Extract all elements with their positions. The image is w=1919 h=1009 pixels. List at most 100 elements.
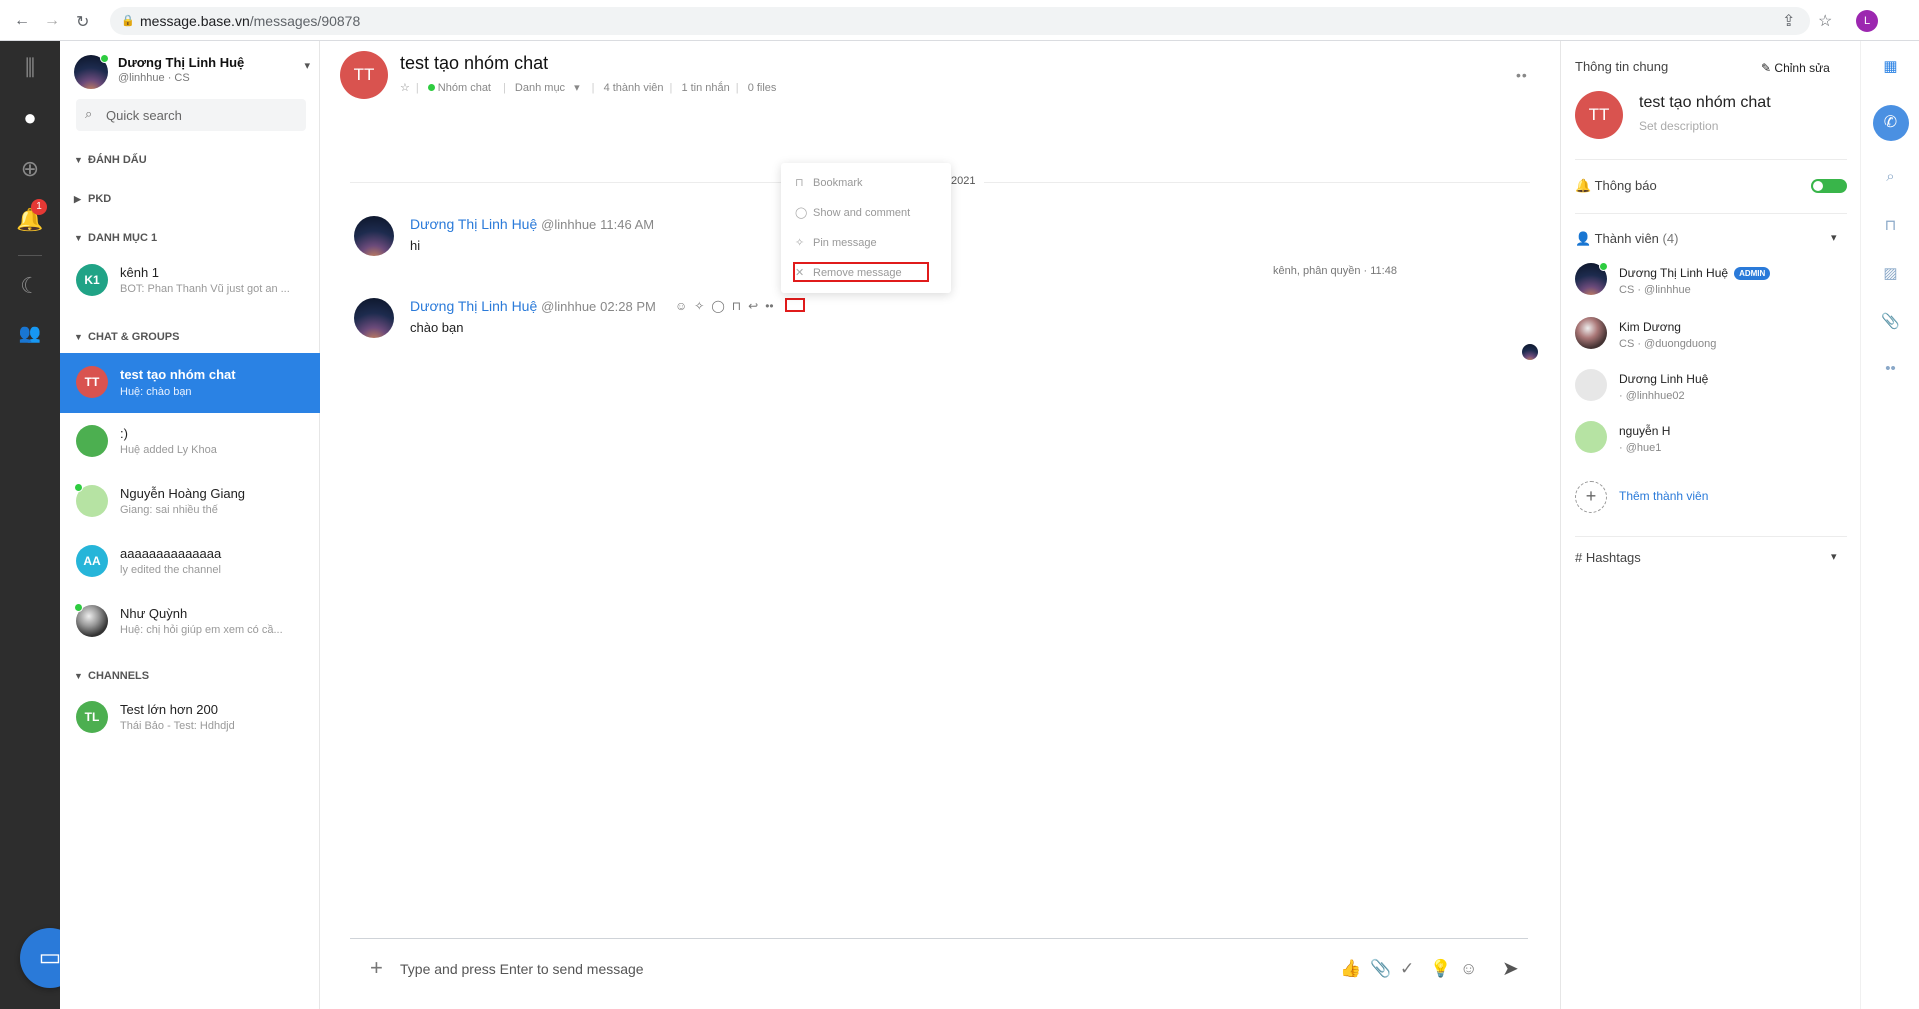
- add-icon[interactable]: ⊕: [0, 156, 60, 182]
- file-count[interactable]: 0 files: [748, 82, 777, 94]
- conversation-item[interactable]: K1 kênh 1 BOT: Phan Thanh Vũ just got an…: [60, 256, 320, 306]
- avatar: [76, 425, 108, 457]
- menu-item-show-comment[interactable]: ◯ Show and comment: [795, 206, 910, 219]
- bookmark-icon[interactable]: ⊓: [1861, 216, 1919, 234]
- member-name: nguyễn H: [1619, 424, 1671, 438]
- chevron-down-icon[interactable]: ▾: [1831, 550, 1837, 563]
- bulb-icon[interactable]: 💡: [1430, 959, 1451, 979]
- star-icon[interactable]: ☆: [400, 82, 410, 94]
- current-user[interactable]: Dương Thị Linh Huệ @linhhue · CS ▾: [74, 53, 310, 91]
- conversation-item[interactable]: Như Quỳnh Huệ: chị hỏi giúp em xem có cầ…: [60, 597, 320, 647]
- grid-icon[interactable]: ▦: [1861, 57, 1919, 75]
- conversation-preview: Huệ: chị hỏi giúp em xem có cầ...: [120, 624, 283, 636]
- search-input[interactable]: [106, 99, 296, 131]
- conversation-item-active[interactable]: TT test tạo nhóm chat Huệ: chào bạn: [60, 353, 320, 413]
- conversation-item[interactable]: :) Huệ added Ly Khoa: [60, 417, 320, 467]
- menu-item-bookmark[interactable]: ⊓ Bookmark: [795, 176, 863, 189]
- conversation-title: test tạo nhóm chat: [120, 367, 236, 382]
- url-host: message.base.vn: [140, 13, 250, 29]
- members-header[interactable]: 👤 Thành viên (4): [1575, 231, 1678, 247]
- member-handle: CS · @linhhue: [1619, 284, 1691, 296]
- group-description[interactable]: Set description: [1639, 119, 1718, 133]
- profile-avatar[interactable]: L: [1856, 10, 1878, 32]
- forward-icon[interactable]: →: [44, 12, 60, 30]
- section-bookmark[interactable]: ▼ ĐÁNH DẤU: [74, 154, 147, 166]
- conversation-item[interactable]: TL Test lớn hơn 200 Thái Bảo - Test: Hdh…: [60, 693, 320, 743]
- divider: [1575, 159, 1847, 160]
- online-indicator: [1599, 262, 1608, 271]
- group-avatar: TT: [1575, 91, 1623, 139]
- attach-icon[interactable]: 📎: [1861, 312, 1919, 330]
- info-panel: Thông tin chung ✎ Chỉnh sửa TT test tạo …: [1560, 41, 1860, 1009]
- member-name: Dương Linh Huệ: [1619, 372, 1709, 386]
- emoji-icon[interactable]: ☺: [1460, 959, 1477, 979]
- address-bar[interactable]: 🔒 message.base.vn/messages/90878: [110, 7, 1810, 35]
- members-count: (4): [1662, 231, 1679, 246]
- member-count[interactable]: 4 thành viên: [604, 82, 664, 94]
- send-icon[interactable]: ➤: [1502, 956, 1519, 981]
- bookmark-icon[interactable]: ⊓: [732, 299, 741, 313]
- message-author[interactable]: Dương Thị Linh Huệ: [410, 216, 537, 232]
- hashtags-header[interactable]: # Hashtags: [1575, 550, 1641, 565]
- attach-icon[interactable]: 📎: [1370, 959, 1391, 979]
- section-pkd[interactable]: ▶ PKD: [74, 193, 111, 205]
- star-icon[interactable]: ☆: [1818, 11, 1832, 31]
- conversation-title: Như Quỳnh: [120, 606, 188, 621]
- more-icon[interactable]: ••: [765, 299, 773, 313]
- url-path: /messages/90878: [249, 13, 361, 29]
- edit-button[interactable]: ✎ Chỉnh sửa: [1761, 61, 1830, 75]
- conversation-preview: Huệ added Ly Khoa: [120, 444, 217, 456]
- share-icon[interactable]: ⇪: [1782, 11, 1795, 31]
- add-member-icon[interactable]: +: [1575, 481, 1607, 513]
- reload-icon[interactable]: ↻: [76, 12, 89, 32]
- pin-icon[interactable]: ✧: [694, 299, 704, 313]
- caret-down-icon: ▼: [74, 233, 83, 243]
- image-icon[interactable]: ▨: [1861, 264, 1919, 282]
- notifications-toggle[interactable]: [1811, 179, 1847, 193]
- chat-type-label: Nhóm chat: [437, 82, 491, 94]
- more-icon[interactable]: ••: [1861, 360, 1919, 377]
- messages-icon[interactable]: ●: [0, 105, 60, 131]
- message-input[interactable]: [400, 961, 1100, 977]
- caret-down-icon: ▼: [74, 332, 83, 342]
- reply-icon[interactable]: ↩: [748, 299, 758, 313]
- more-options-icon[interactable]: ••: [1516, 67, 1528, 83]
- section-chat-groups[interactable]: ▼ CHAT & GROUPS: [74, 331, 179, 343]
- category-dropdown[interactable]: Danh mục ▾: [515, 82, 586, 94]
- member-name: Dương Thị Linh Huệ ADMIN: [1619, 266, 1771, 280]
- conversation-item[interactable]: AA aaaaaaaaaaaaaa ly edited the channel: [60, 537, 320, 587]
- conversation-item[interactable]: Nguyễn Hoàng Giang Giang: sai nhiều thế: [60, 477, 320, 527]
- call-button[interactable]: ✆: [1861, 105, 1919, 141]
- pin-icon: ✧: [795, 237, 805, 249]
- avatar-placeholder: [1575, 369, 1607, 401]
- status-dot: [427, 84, 435, 91]
- base-logo-icon[interactable]: ⫼: [0, 55, 60, 81]
- caret-down-icon: ▼: [74, 155, 83, 165]
- search-icon[interactable]: ⌕: [1861, 168, 1919, 185]
- plus-icon[interactable]: +: [370, 955, 383, 981]
- comment-icon[interactable]: ◯: [711, 299, 724, 313]
- section-label: ĐÁNH DẤU: [88, 154, 147, 166]
- section-channels[interactable]: ▼ CHANNELS: [74, 670, 149, 682]
- add-member-link[interactable]: Thêm thành viên: [1619, 489, 1708, 503]
- group-name: test tạo nhóm chat: [1639, 94, 1771, 111]
- chevron-down-icon[interactable]: ▾: [304, 59, 310, 72]
- back-icon[interactable]: ←: [14, 12, 30, 30]
- people-icon[interactable]: 👥: [0, 323, 60, 344]
- composer-divider: [350, 938, 1528, 939]
- section-category[interactable]: ▼ DANH MỤC 1: [74, 232, 157, 244]
- bell-icon[interactable]: 🔔: [0, 207, 60, 233]
- section-label: CHAT & GROUPS: [88, 331, 180, 343]
- check-icon[interactable]: ✓: [1400, 959, 1414, 979]
- menu-item-label: Bookmark: [813, 177, 863, 189]
- bell-icon: 🔔: [1575, 178, 1592, 193]
- thumbs-up-icon[interactable]: 👍: [1340, 959, 1361, 979]
- menu-item-pin[interactable]: ✧ Pin message: [795, 236, 877, 249]
- message-author[interactable]: Dương Thị Linh Huệ: [410, 298, 537, 314]
- moon-icon[interactable]: ☾: [0, 273, 60, 299]
- message-header: Dương Thị Linh Huệ @linhhue 02:28 PM: [410, 298, 656, 314]
- quick-search[interactable]: ⌕: [76, 99, 306, 131]
- member-handle: · @hue1: [1619, 442, 1662, 454]
- emoji-icon[interactable]: ☺: [675, 299, 687, 313]
- chevron-down-icon[interactable]: ▾: [1831, 231, 1837, 244]
